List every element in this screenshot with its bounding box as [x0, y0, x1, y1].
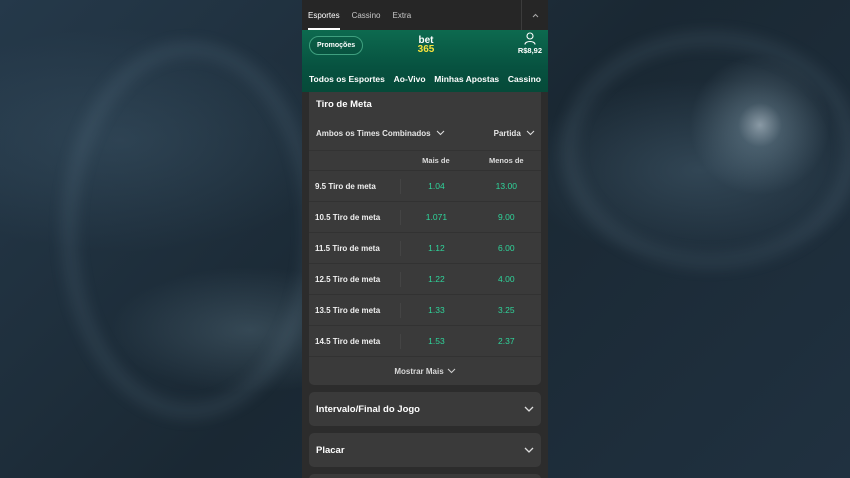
- odds-over-button[interactable]: 1.33: [400, 302, 471, 318]
- odds-under-button[interactable]: 6.00: [472, 243, 541, 253]
- background-swirl: [560, 30, 850, 270]
- team-filter-label: Ambos os Times Combinados: [316, 128, 431, 138]
- odds-under-button[interactable]: 2.37: [472, 336, 541, 346]
- collapse-button[interactable]: [521, 0, 548, 30]
- nav-cassino[interactable]: Cassino: [508, 74, 541, 84]
- table-row: 10.5 Tiro de meta 1.071 9.00: [309, 201, 541, 232]
- table-row: 9.5 Tiro de meta 1.04 13.00: [309, 170, 541, 201]
- panel-title: Intervalo/Final do Jogo: [316, 403, 420, 415]
- background-swirl: [60, 40, 320, 420]
- market-placar[interactable]: Placar: [309, 433, 541, 467]
- odds-over-button[interactable]: 1.12: [400, 240, 471, 256]
- tab-cassino[interactable]: Cassino: [346, 0, 387, 30]
- row-label: 9.5 Tiro de meta: [315, 181, 376, 191]
- chevron-down-icon: [524, 406, 534, 412]
- main-nav: Todos os Esportes Ao-Vivo Minhas Apostas…: [302, 70, 548, 88]
- row-label: 12.5 Tiro de meta: [315, 274, 381, 284]
- odds-under-button[interactable]: 9.00: [472, 212, 541, 222]
- bet365-logo[interactable]: bet 365: [414, 36, 438, 55]
- nav-ao-vivo[interactable]: Ao-Vivo: [394, 74, 426, 84]
- column-header-under: Menos de: [489, 156, 524, 165]
- market-filters: Ambos os Times Combinados Partida: [309, 116, 541, 150]
- column-headers: Mais de Menos de: [309, 150, 541, 170]
- tab-esportes[interactable]: Esportes: [302, 0, 346, 30]
- odds-under-button[interactable]: 4.00: [472, 274, 541, 284]
- row-label: 11.5 Tiro de meta: [315, 243, 380, 253]
- tab-extra[interactable]: Extra: [386, 0, 417, 30]
- promotions-button[interactable]: Promoções: [309, 36, 364, 55]
- table-row: 12.5 Tiro de meta 1.22 4.00: [309, 263, 541, 294]
- panel-title: Placar: [316, 444, 345, 456]
- market-card-tiro-de-meta: Tiro de Meta Ambos os Times Combinados P…: [309, 92, 541, 385]
- period-filter-dropdown[interactable]: Partida: [494, 129, 535, 138]
- table-row: 13.5 Tiro de meta 1.33 3.25: [309, 294, 541, 325]
- chevron-down-icon: [436, 131, 445, 136]
- app-header: Promoções bet 365 R$8,92 Todos os Esport…: [302, 30, 548, 92]
- table-row: 11.5 Tiro de meta 1.12 6.00: [309, 232, 541, 263]
- odds-over-button[interactable]: 1.071: [400, 209, 471, 225]
- odds-over-button[interactable]: 1.53: [400, 333, 471, 349]
- chevron-down-icon: [526, 131, 535, 136]
- account-balance: R$8,92: [517, 46, 542, 55]
- chevron-up-icon: [532, 13, 538, 17]
- team-filter-dropdown[interactable]: Ambos os Times Combinados: [316, 129, 445, 138]
- mobile-app-frame: Esportes Cassino Extra Promoções bet 365…: [302, 0, 548, 478]
- show-more-label: Mostrar Mais: [394, 366, 444, 376]
- market-intervalo-final[interactable]: Intervalo/Final do Jogo: [309, 392, 541, 426]
- chevron-down-icon: [447, 368, 456, 374]
- market-title[interactable]: Tiro de Meta: [309, 92, 541, 116]
- logo-text-365: 365: [417, 44, 435, 55]
- odds-over-button[interactable]: 1.04: [400, 178, 471, 194]
- chevron-down-icon: [524, 447, 534, 453]
- odds-under-button[interactable]: 13.00: [472, 181, 541, 191]
- nav-todos-os-esportes[interactable]: Todos os Esportes: [309, 74, 385, 84]
- show-more-button[interactable]: Mostrar Mais: [309, 356, 541, 385]
- content-area: Tiro de Meta Ambos os Times Combinados P…: [302, 92, 548, 478]
- user-icon: [524, 32, 536, 45]
- odds-under-button[interactable]: 3.25: [472, 305, 541, 315]
- market-next-partial[interactable]: [309, 474, 541, 478]
- table-row: 14.5 Tiro de meta 1.53 2.37: [309, 325, 541, 356]
- row-label: 14.5 Tiro de meta: [315, 336, 381, 346]
- account-button[interactable]: R$8,92: [518, 32, 542, 55]
- column-header-over: Mais de: [422, 156, 450, 165]
- nav-minhas-apostas[interactable]: Minhas Apostas: [434, 74, 499, 84]
- row-label: 13.5 Tiro de meta: [315, 305, 381, 315]
- odds-over-button[interactable]: 1.22: [400, 271, 471, 287]
- top-tab-bar: Esportes Cassino Extra: [302, 0, 548, 30]
- period-filter-label: Partida: [493, 128, 521, 138]
- row-label: 10.5 Tiro de meta: [315, 212, 381, 222]
